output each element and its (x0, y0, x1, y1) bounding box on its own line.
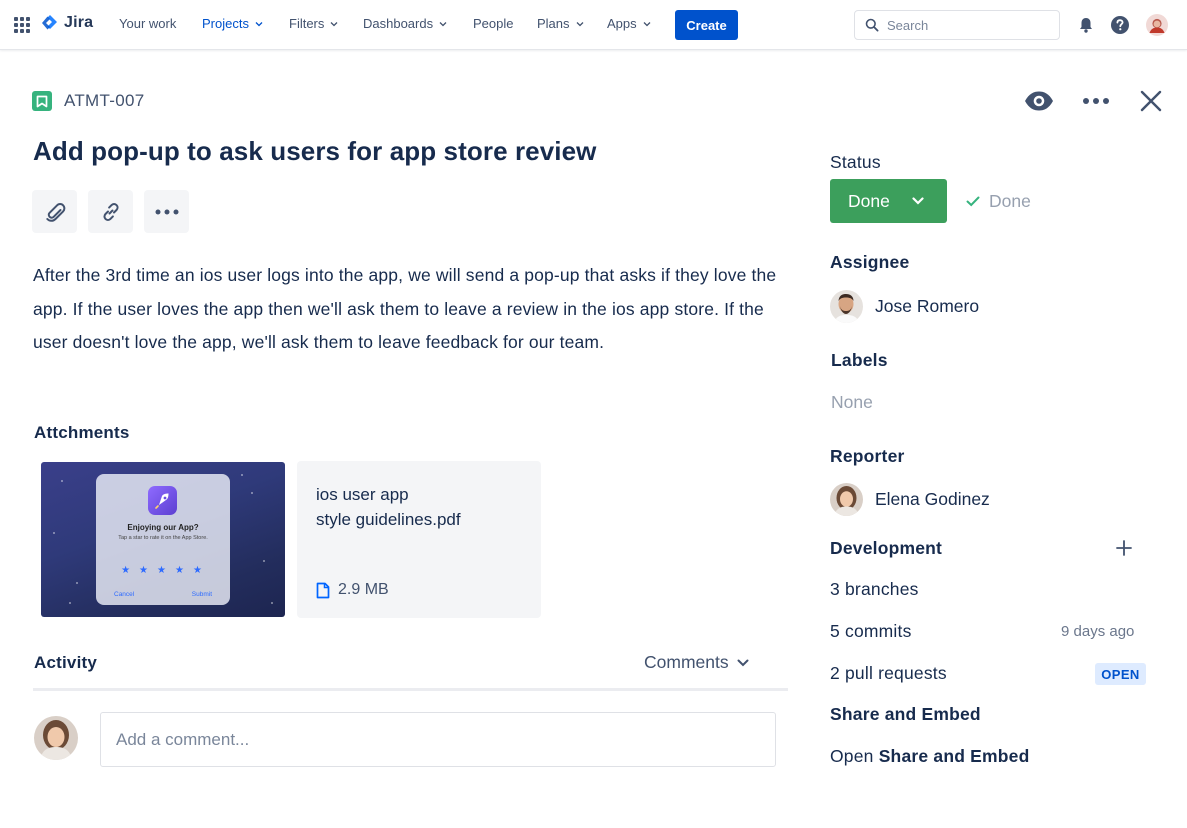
search-input[interactable] (887, 17, 1037, 33)
status-label: Status (830, 152, 881, 172)
app-review-dialog-preview: Enjoying our App? Tap a star to rate it … (96, 474, 230, 605)
more-tools-button[interactable] (144, 190, 189, 233)
chevron-down-icon (912, 197, 924, 205)
resolution-value: Done (989, 191, 1031, 211)
chevron-down-icon (643, 21, 651, 26)
app-switcher-icon[interactable] (14, 17, 30, 33)
issue-key: ATMT-007 (64, 91, 145, 110)
dialog-title: Enjoying our App? (127, 523, 199, 532)
search-icon (865, 18, 879, 32)
reporter-avatar (830, 483, 863, 516)
assignee-avatar (830, 290, 863, 323)
reporter-label: Reporter (830, 446, 905, 466)
dialog-subtitle: Tap a star to rate it on the App Store. (118, 535, 208, 541)
dialog-submit: Submit (191, 591, 212, 598)
create-button[interactable]: Create (675, 10, 738, 40)
rating-stars: ★★★★★ (121, 565, 211, 576)
nav-people-label: People (473, 16, 514, 31)
attachment-file-card[interactable]: ios user app style guidelines.pdf 2.9 MB (297, 461, 541, 618)
file-size: 2.9 MB (316, 581, 389, 599)
activity-filter-label: Comments (644, 652, 729, 672)
resolution-indicator: Done (966, 191, 1031, 212)
nav-dashboards-label: Dashboards (363, 16, 434, 31)
activity-filter-dropdown[interactable]: Comments (644, 652, 749, 673)
share-link-prefix: Open (830, 746, 874, 766)
nav-your-work[interactable]: Your work (119, 16, 176, 31)
issue-description[interactable]: After the 3rd time an ios user logs into… (33, 259, 793, 360)
labels-value[interactable]: None (831, 392, 873, 413)
top-navigation: Jira Your work Projects Filters Dashboar… (0, 0, 1187, 50)
chevron-down-icon (576, 21, 583, 26)
current-user-avatar (34, 716, 78, 760)
close-icon[interactable] (1135, 88, 1167, 114)
document-icon (316, 582, 330, 598)
commits-link[interactable]: 5 commits (830, 621, 912, 642)
attachment-image-thumbnail[interactable]: Enjoying our App? Tap a star to rate it … (41, 462, 285, 617)
attachments-heading: Attchments (34, 423, 130, 442)
file-size-value: 2.9 MB (338, 581, 389, 598)
reporter-field[interactable]: Elena Godinez (830, 483, 990, 516)
jira-logo-text: Jira (64, 14, 94, 31)
assignee-label: Assignee (830, 252, 910, 272)
open-share-embed-link[interactable]: Open Share and Embed (830, 746, 1030, 767)
notifications-bell-icon[interactable] (1075, 14, 1097, 36)
jira-icon (42, 15, 57, 30)
story-icon (32, 91, 52, 111)
share-embed-heading: Share and Embed (830, 704, 981, 724)
jira-logo[interactable]: Jira (41, 14, 93, 32)
issue-key-breadcrumb[interactable]: ATMT-007 (32, 91, 145, 111)
plus-icon (1116, 540, 1132, 556)
paperclip-icon (45, 202, 65, 222)
pr-status-badge: OPEN (1095, 663, 1146, 685)
file-name-line1: ios user app (316, 485, 409, 504)
search-box[interactable] (854, 10, 1060, 40)
chevron-down-icon (737, 659, 749, 666)
link-icon (102, 202, 119, 221)
development-label: Development (830, 538, 943, 558)
nav-apps[interactable]: Apps (607, 16, 651, 31)
file-name-line2: style guidelines.pdf (316, 510, 461, 529)
help-icon[interactable] (1109, 14, 1131, 36)
nav-apps-label: Apps (607, 16, 637, 31)
nav-projects-label: Projects (202, 16, 249, 31)
watch-eye-icon[interactable] (1023, 88, 1055, 114)
reporter-name: Elena Godinez (875, 489, 990, 509)
comment-box[interactable] (100, 712, 776, 767)
status-dropdown-button[interactable]: Done (830, 179, 947, 223)
nav-projects[interactable]: Projects (202, 16, 263, 31)
nav-plans[interactable]: Plans (537, 16, 584, 31)
nav-plans-label: Plans (537, 16, 570, 31)
more-actions-icon[interactable] (1080, 88, 1112, 114)
issue-title[interactable]: Add pop-up to ask users for app store re… (33, 136, 597, 167)
pull-requests-link[interactable]: 2 pull requests (830, 663, 947, 684)
share-link-bold-text: Share and Embed (878, 746, 1030, 766)
comment-input[interactable] (116, 729, 756, 750)
nav-dashboards[interactable]: Dashboards (363, 16, 447, 31)
chevron-down-icon (439, 21, 447, 26)
more-horizontal-icon (155, 209, 178, 214)
profile-avatar[interactable] (1146, 14, 1168, 36)
commits-timestamp: 9 days ago (1061, 623, 1135, 640)
checkmark-icon (966, 196, 980, 207)
nav-people[interactable]: People (473, 16, 513, 31)
link-issue-button[interactable] (88, 190, 133, 233)
chevron-down-icon (255, 21, 263, 26)
nav-filters-label: Filters (289, 16, 325, 31)
dialog-cancel: Cancel (114, 591, 135, 598)
file-name: ios user app style guidelines.pdf (316, 482, 516, 532)
add-development-button[interactable] (1113, 537, 1135, 559)
chevron-down-icon (330, 21, 338, 26)
activity-heading: Activity (34, 653, 98, 672)
labels-label: Labels (831, 350, 888, 370)
nav-your-work-label: Your work (119, 16, 177, 31)
assignee-field[interactable]: Jose Romero (830, 290, 979, 323)
attach-button[interactable] (32, 190, 77, 233)
activity-divider (33, 688, 788, 691)
rocket-app-icon (148, 486, 177, 515)
status-value: Done (848, 190, 890, 211)
branches-link[interactable]: 3 branches (830, 579, 919, 600)
nav-filters[interactable]: Filters (289, 16, 338, 31)
assignee-name: Jose Romero (875, 296, 980, 316)
